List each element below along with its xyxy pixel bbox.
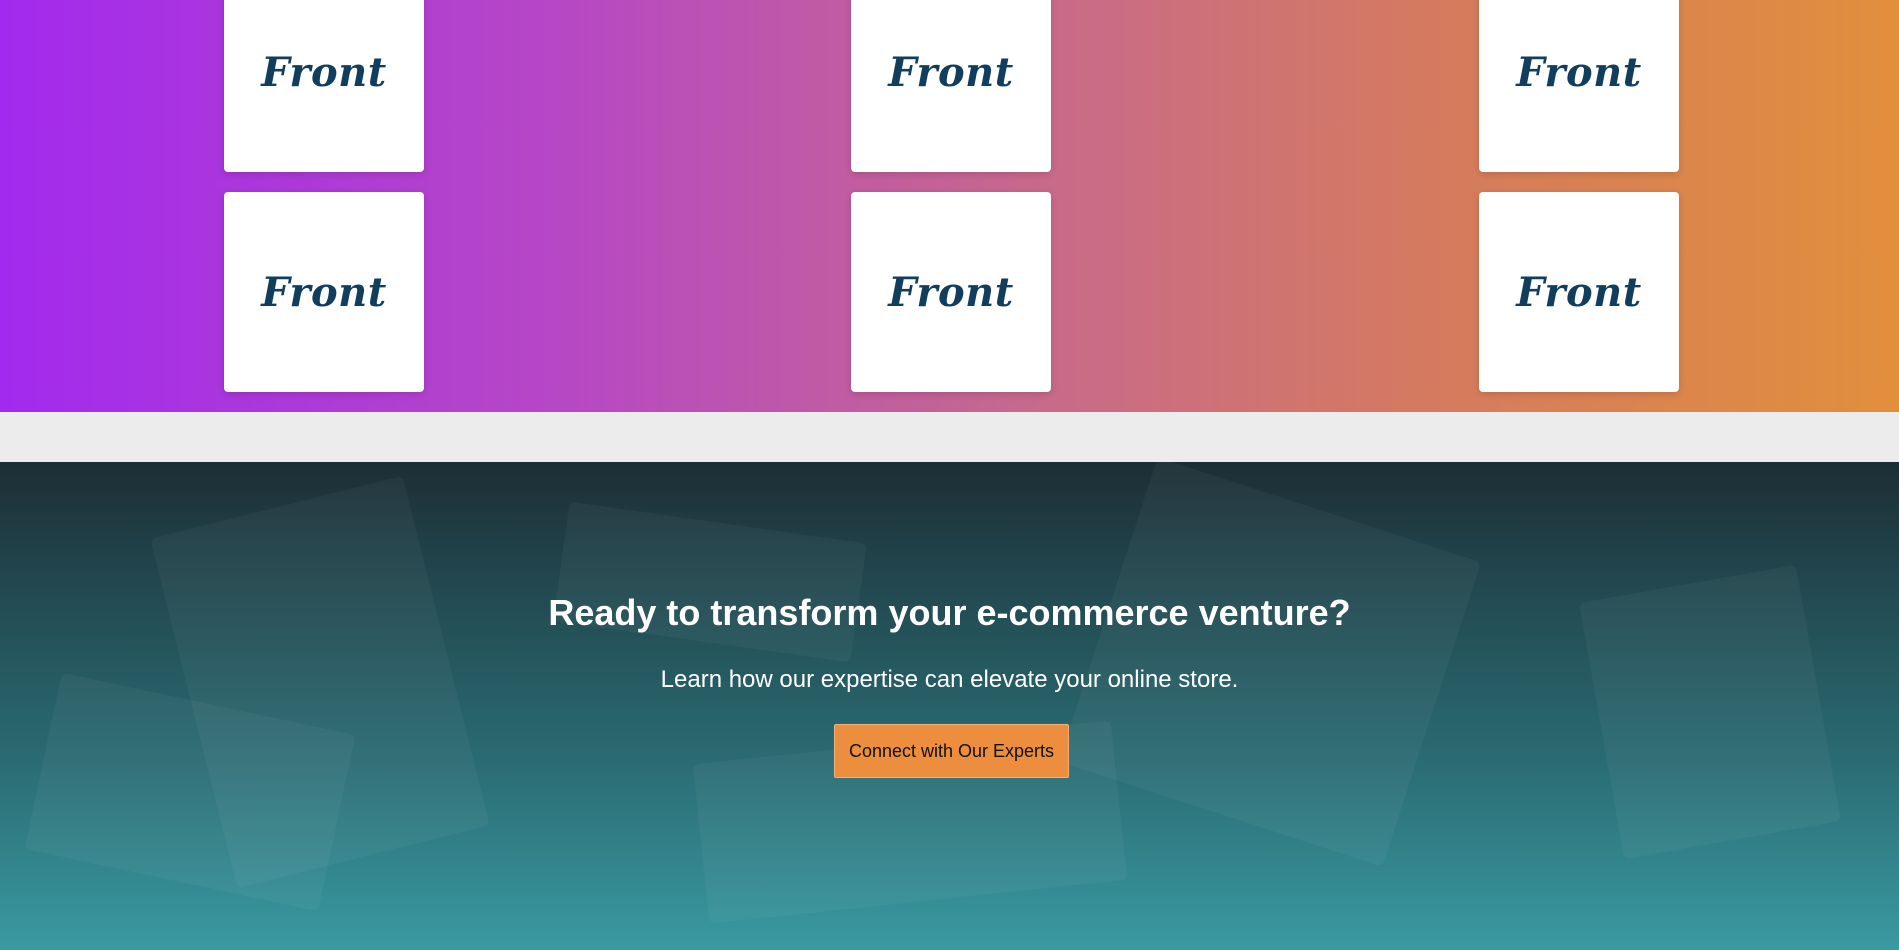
front-logo: Front [261,268,387,316]
cta-section: Ready to transform your e-commerce ventu… [0,462,1899,950]
partner-logo-card: Front [851,192,1051,392]
partner-logo-card: Front [224,192,424,392]
cta-subheading: Learn how our expertise can elevate your… [660,666,1239,693]
front-logo: Front [1516,268,1642,316]
partner-logo-card: Front [851,0,1051,172]
background-image-shape [1058,462,1482,867]
background-image-shape [553,501,867,663]
partner-logo-card: Front [1479,0,1679,172]
front-logo: Front [261,48,387,96]
partner-logo-card: Front [224,0,424,172]
front-logo: Front [888,268,1014,316]
front-logo: Front [1516,48,1642,96]
connect-experts-button[interactable]: Connect with Our Experts [834,724,1069,778]
front-logo: Front [888,48,1014,96]
partner-logos-section: Front Front Front Front Front Front [0,0,1899,412]
cta-heading: Ready to transform your e-commerce ventu… [548,592,1351,633]
section-divider [0,412,1899,462]
partner-logo-card: Front [1479,192,1679,392]
